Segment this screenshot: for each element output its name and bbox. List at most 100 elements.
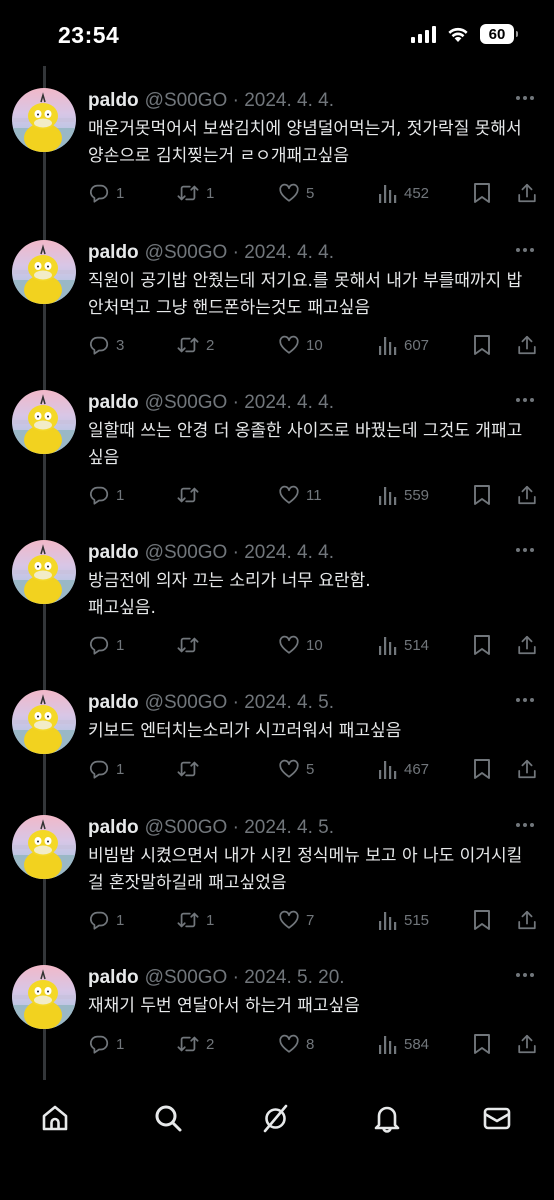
cellular-signal-icon — [411, 25, 436, 43]
repost-button[interactable] — [176, 634, 206, 656]
views-button[interactable]: 467 — [378, 758, 429, 780]
avatar[interactable] — [12, 390, 76, 454]
more-options-icon[interactable] — [516, 823, 534, 827]
reply-button[interactable]: 1 — [88, 909, 124, 931]
avatar[interactable] — [12, 815, 76, 879]
repost-button[interactable]: 2 — [176, 1033, 214, 1055]
repost-button[interactable] — [176, 758, 206, 780]
bookmark-icon — [472, 909, 492, 931]
more-options-icon[interactable] — [516, 698, 534, 702]
like-count: 8 — [306, 1035, 315, 1053]
share-button[interactable] — [516, 909, 538, 931]
bookmark-button[interactable] — [472, 758, 492, 780]
more-options-icon[interactable] — [516, 398, 534, 402]
tweet-text: 직원이 공기밥 안줬는데 저기요.를 못해서 내가 부를때까지 밥 안처먹고 그… — [88, 271, 523, 318]
reply-button[interactable]: 1 — [88, 182, 124, 204]
like-count: 10 — [306, 336, 323, 354]
views-button[interactable]: 515 — [378, 909, 429, 931]
views-button[interactable]: 452 — [378, 182, 429, 204]
tweet-actions: 1 10 514 — [88, 633, 540, 657]
bookmark-button[interactable] — [472, 334, 492, 356]
like-button[interactable]: 10 — [278, 334, 323, 356]
heart-icon — [278, 909, 300, 931]
tweet-header: paldo @S00GO · 2024. 4. 4. — [88, 88, 334, 114]
author-handle-date[interactable]: @S00GO · 2024. 4. 4. — [145, 242, 334, 264]
bookmark-button[interactable] — [472, 909, 492, 931]
views-button[interactable]: 559 — [378, 484, 429, 506]
avatar[interactable] — [12, 240, 76, 304]
share-button[interactable] — [516, 334, 538, 356]
author-name[interactable]: paldo — [88, 90, 139, 112]
more-options-icon[interactable] — [516, 248, 534, 252]
tweet-header: paldo @S00GO · 2024. 4. 5. — [88, 815, 334, 841]
repost-button[interactable]: 1 — [176, 909, 214, 931]
bookmark-button[interactable] — [472, 484, 492, 506]
share-button[interactable] — [516, 758, 538, 780]
view-count: 607 — [404, 336, 430, 354]
repost-icon — [176, 758, 200, 780]
like-button[interactable]: 10 — [278, 634, 323, 656]
search-icon[interactable] — [150, 1100, 186, 1136]
bookmark-button[interactable] — [472, 182, 492, 204]
views-button[interactable]: 514 — [378, 634, 429, 656]
repost-button[interactable]: 2 — [176, 334, 214, 356]
author-handle-date[interactable]: @S00GO · 2024. 4. 4. — [145, 90, 334, 112]
messages-icon[interactable] — [479, 1100, 515, 1136]
view-count: 467 — [404, 760, 430, 778]
more-options-icon[interactable] — [516, 973, 534, 977]
share-icon — [516, 909, 538, 931]
share-button[interactable] — [516, 182, 538, 204]
share-button[interactable] — [516, 634, 538, 656]
author-handle-date[interactable]: @S00GO · 2024. 4. 4. — [145, 542, 334, 564]
battery-indicator: 60 — [480, 24, 518, 44]
reply-icon — [88, 758, 110, 780]
like-count: 5 — [306, 184, 315, 202]
reply-button[interactable]: 1 — [88, 484, 124, 506]
repost-button[interactable]: 1 — [176, 182, 214, 204]
heart-icon — [278, 1033, 300, 1055]
author-handle-date[interactable]: @S00GO · 2024. 4. 5. — [145, 692, 334, 714]
tweet-actions: 1 1 7 515 — [88, 908, 540, 932]
share-icon — [516, 758, 538, 780]
share-button[interactable] — [516, 1033, 538, 1055]
author-name[interactable]: paldo — [88, 967, 139, 989]
reply-button[interactable]: 1 — [88, 1033, 124, 1055]
like-button[interactable]: 7 — [278, 909, 314, 931]
author-name[interactable]: paldo — [88, 392, 139, 414]
avatar[interactable] — [12, 88, 76, 152]
reply-button[interactable]: 1 — [88, 758, 124, 780]
avatar[interactable] — [12, 965, 76, 1029]
more-options-icon[interactable] — [516, 96, 534, 100]
views-button[interactable]: 607 — [378, 334, 429, 356]
status-bar: 23:54 60 — [0, 0, 554, 72]
more-options-icon[interactable] — [516, 548, 534, 552]
notifications-icon[interactable] — [369, 1100, 405, 1136]
repost-button[interactable] — [176, 484, 206, 506]
avatar[interactable] — [12, 540, 76, 604]
reply-button[interactable]: 1 — [88, 634, 124, 656]
author-name[interactable]: paldo — [88, 242, 139, 264]
share-button[interactable] — [516, 484, 538, 506]
author-handle-date[interactable]: @S00GO · 2024. 4. 5. — [145, 817, 334, 839]
bookmark-button[interactable] — [472, 634, 492, 656]
bookmark-button[interactable] — [472, 1033, 492, 1055]
like-button[interactable]: 8 — [278, 1033, 314, 1055]
author-handle-date[interactable]: @S00GO · 2024. 5. 20. — [145, 967, 345, 989]
like-button[interactable]: 5 — [278, 182, 314, 204]
author-name[interactable]: paldo — [88, 817, 139, 839]
reply-count: 1 — [116, 184, 125, 202]
like-button[interactable]: 11 — [278, 484, 322, 506]
reply-icon — [88, 334, 110, 356]
author-name[interactable]: paldo — [88, 692, 139, 714]
home-icon[interactable] — [37, 1100, 73, 1136]
reply-button[interactable]: 3 — [88, 334, 124, 356]
grok-icon[interactable] — [258, 1100, 294, 1136]
share-icon — [516, 484, 538, 506]
reply-icon — [88, 182, 110, 204]
author-name[interactable]: paldo — [88, 542, 139, 564]
author-handle-date[interactable]: @S00GO · 2024. 4. 4. — [145, 392, 334, 414]
like-button[interactable]: 5 — [278, 758, 314, 780]
bookmark-icon — [472, 484, 492, 506]
views-button[interactable]: 584 — [378, 1033, 429, 1055]
avatar[interactable] — [12, 690, 76, 754]
